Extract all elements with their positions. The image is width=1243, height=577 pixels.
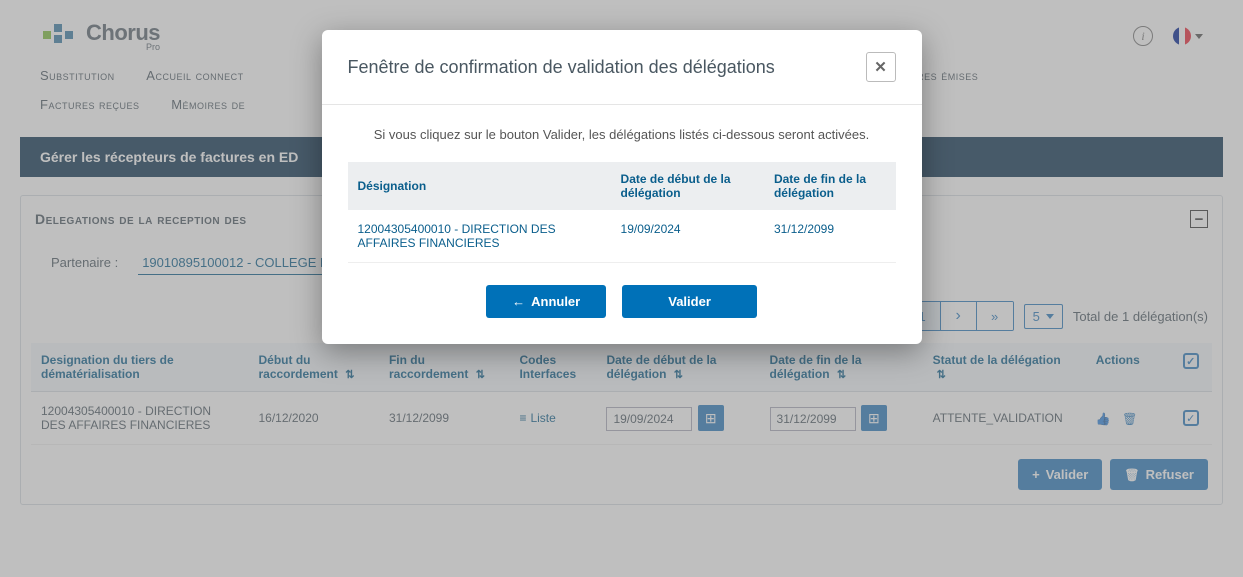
confirmation-modal: Fenêtre de confirmation de validation de… <box>322 30 922 344</box>
mcol-end: Date de fin de la délégation <box>764 162 896 210</box>
modal-message: Si vous cliquez sur le bouton Valider, l… <box>348 127 896 142</box>
modal-validate-button[interactable]: Valider <box>622 285 757 318</box>
modal-close-button[interactable]: ✕ <box>866 52 896 82</box>
mcol-designation: Désignation <box>348 162 611 210</box>
mcell-start: 19/09/2024 <box>611 210 764 263</box>
close-icon: ✕ <box>874 58 887 76</box>
arrow-left-icon <box>512 294 525 309</box>
modal-cancel-button[interactable]: Annuler <box>486 285 606 318</box>
mcell-designation: 12004305400010 - DIRECTION DES AFFAIRES … <box>348 210 611 263</box>
mcol-start: Date de début de la délégation <box>611 162 764 210</box>
modal-row: 12004305400010 - DIRECTION DES AFFAIRES … <box>348 210 896 263</box>
mcell-end: 31/12/2099 <box>764 210 896 263</box>
modal-title: Fenêtre de confirmation de validation de… <box>348 57 775 78</box>
modal-table: Désignation Date de début de la délégati… <box>348 162 896 263</box>
